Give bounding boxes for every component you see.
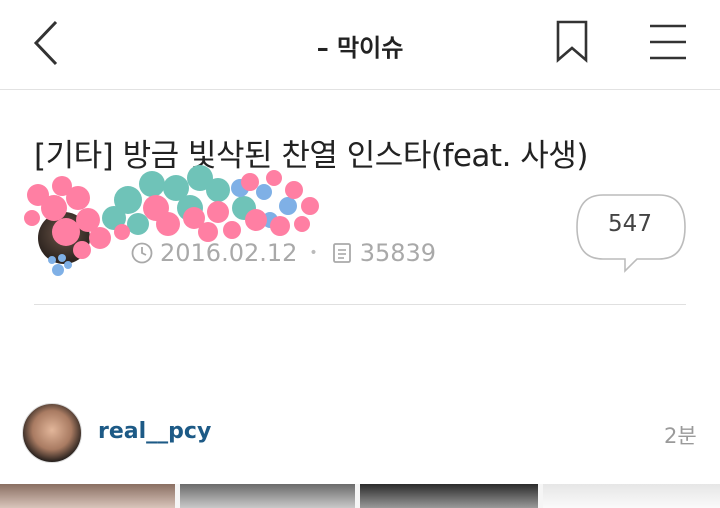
clock-icon <box>131 242 153 264</box>
post-views: 35839 <box>359 239 437 267</box>
bookmark-button[interactable] <box>552 20 592 64</box>
comment-count: 547 <box>608 211 652 237</box>
strip-thumb <box>543 484 720 508</box>
instagram-username[interactable]: real__pcy <box>98 419 211 444</box>
strip-thumb <box>0 484 175 508</box>
top-app-bar: – 막이슈 <box>0 0 720 90</box>
bookmark-icon <box>556 20 588 63</box>
menu-button[interactable] <box>646 22 690 62</box>
post-date: 2016.02.12 <box>160 239 298 267</box>
header-title: – 막이슈 <box>316 34 404 62</box>
divider <box>34 304 686 305</box>
meta-separator: • <box>309 245 318 261</box>
post-meta: 2016.02.12 • 35839 <box>130 238 436 268</box>
instagram-avatar[interactable] <box>22 403 82 463</box>
post-title: [기타] 방금 빛삭된 찬열 인스타(feat. 사생) <box>34 138 588 174</box>
strip-thumb <box>180 484 355 508</box>
strip-thumb <box>360 484 538 508</box>
instagram-time: 2분 <box>664 424 697 448</box>
document-icon <box>332 243 351 263</box>
author-avatar[interactable] <box>38 212 90 264</box>
hamburger-menu-icon <box>650 24 686 60</box>
